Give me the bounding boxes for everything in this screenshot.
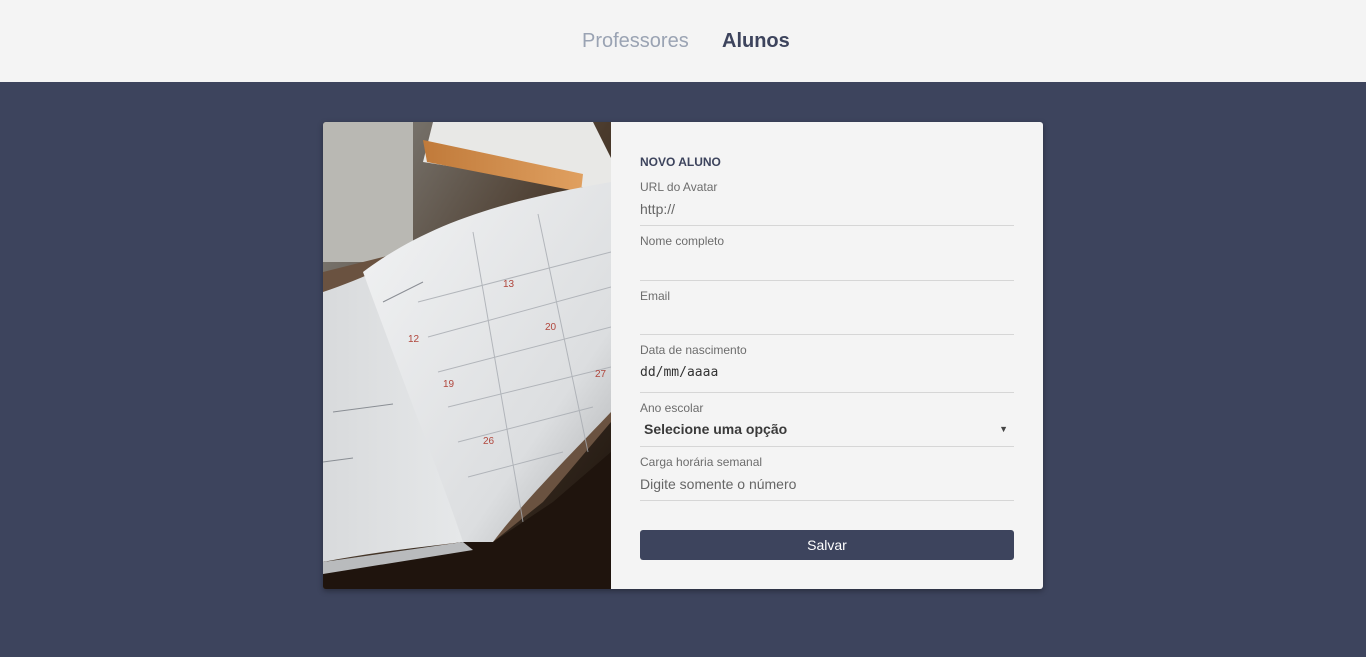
birthdate-label: Data de nascimento bbox=[640, 343, 747, 357]
weekly-hours-label: Carga horária semanal bbox=[640, 455, 763, 469]
full-name-label: Nome completo bbox=[640, 234, 725, 248]
dropdown-caret-icon[interactable]: ▼ bbox=[999, 424, 1008, 434]
birthdate-input[interactable]: dd/mm/aaaa bbox=[640, 365, 718, 380]
grade-label: Ano escolar bbox=[640, 401, 704, 415]
avatar-url-input[interactable] bbox=[640, 199, 1014, 219]
weekly-hours-field: Carga horária semanal bbox=[640, 455, 1014, 501]
new-student-card: 13 20 12 19 27 26 NOVO ALUNO URL do Avat… bbox=[323, 122, 1043, 589]
avatar-url-field: URL do Avatar bbox=[640, 180, 1014, 226]
top-nav-bar: Professores Alunos bbox=[0, 0, 1366, 82]
nav-link-alunos[interactable]: Alunos bbox=[722, 29, 790, 53]
svg-text:26: 26 bbox=[483, 436, 495, 447]
weekly-hours-input[interactable] bbox=[640, 474, 1014, 494]
birthdate-field: Data de nascimento dd/mm/aaaa bbox=[640, 343, 1014, 393]
form-title: NOVO ALUNO bbox=[640, 155, 721, 169]
svg-text:13: 13 bbox=[503, 279, 515, 290]
grade-field: Ano escolar Selecione uma opção ▼ bbox=[640, 401, 1014, 447]
svg-text:19: 19 bbox=[443, 379, 455, 390]
grade-select[interactable]: Selecione uma opção bbox=[644, 421, 787, 437]
avatar-url-label: URL do Avatar bbox=[640, 180, 718, 194]
student-form: NOVO ALUNO URL do Avatar Nome completo E… bbox=[611, 122, 1043, 589]
full-name-input[interactable] bbox=[640, 254, 1014, 274]
svg-text:20: 20 bbox=[545, 322, 557, 333]
save-button[interactable]: Salvar bbox=[640, 530, 1014, 560]
svg-text:12: 12 bbox=[408, 334, 420, 345]
email-label: Email bbox=[640, 289, 671, 303]
full-name-field: Nome completo bbox=[640, 234, 1014, 281]
email-input[interactable] bbox=[640, 309, 1014, 329]
svg-text:27: 27 bbox=[595, 369, 607, 380]
nav-link-professores[interactable]: Professores bbox=[582, 29, 689, 53]
planner-photo: 13 20 12 19 27 26 bbox=[323, 122, 611, 589]
email-field: Email bbox=[640, 289, 1014, 335]
